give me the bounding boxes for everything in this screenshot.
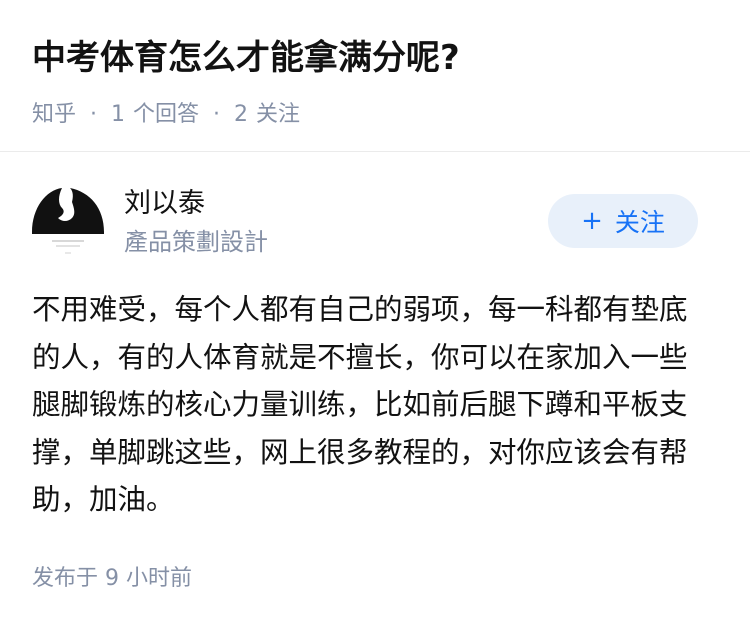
follow-button[interactable]: + 关注 [548,194,698,248]
author-name[interactable]: 刘以泰 [124,186,205,222]
answer-content: 不用难受，每个人都有自己的弱项，每一科都有垫底的人，有的人体育就是不擅长，你可以… [32,293,688,516]
author-info: 刘以泰 產品策劃設計 + 关注 [32,186,698,258]
question-meta: 知乎 · 1 个回答 · 2 关注 [32,100,722,130]
answer-count-label: 个回答 [133,102,200,127]
question-header: 中考体育怎么才能拿满分呢? 知乎 · 1 个回答 · 2 关注 [32,26,722,130]
question-answer-page: 中考体育怎么才能拿满分呢? 知乎 · 1 个回答 · 2 关注 刘以泰 產品策劃… [0,0,750,630]
meta-separator: · [213,102,221,127]
meta-separator: · [90,102,98,127]
avatar-silhouette-icon [32,186,104,258]
answer-publish-time: 发布于 9 小时前 [32,566,192,591]
source-label: 知乎 [32,102,77,127]
follower-count: 2 [234,102,249,127]
answer-count: 1 [111,102,126,127]
follower-count-label: 关注 [256,102,301,127]
follow-button-label: 关注 [614,208,665,237]
avatar[interactable] [32,186,104,258]
author-bio: 產品策劃設計 [124,228,268,256]
plus-icon: + [581,206,603,236]
question-title[interactable]: 中考体育怎么才能拿满分呢? [32,26,722,90]
divider [0,151,750,152]
